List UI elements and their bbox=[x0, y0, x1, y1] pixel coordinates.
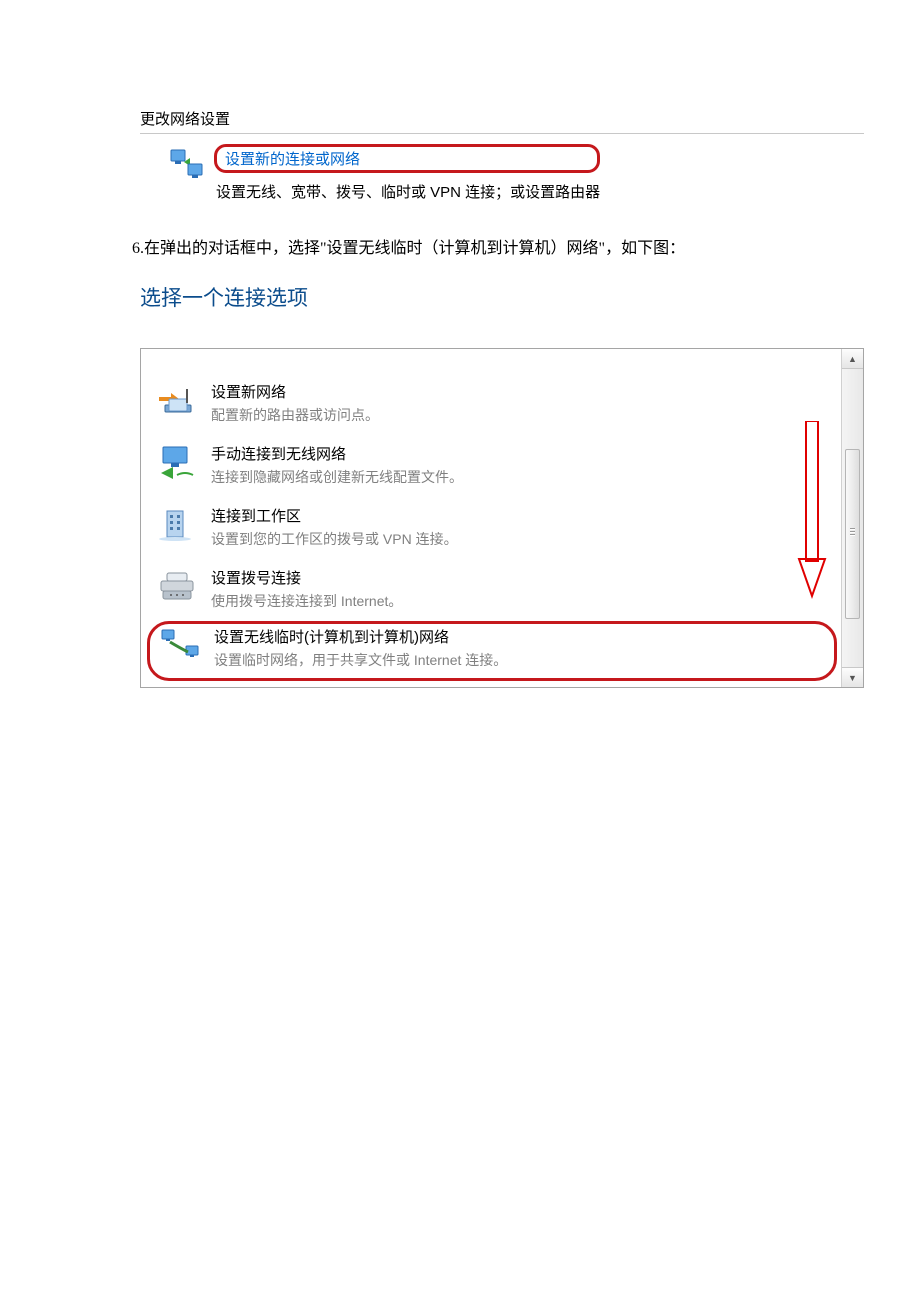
option-desc: 连接到隐藏网络或创建新无线配置文件。 bbox=[211, 467, 463, 487]
change-network-settings-section: 更改网络设置 设置新的连接或网络 设置无线、宽带、拨号、临时或 VPN 连接；或… bbox=[140, 108, 864, 202]
option-adhoc-wireless[interactable]: 设置无线临时(计算机到计算机)网络 设置临时网络，用于共享文件或 Interne… bbox=[147, 621, 837, 681]
router-icon bbox=[157, 383, 197, 419]
section-header: 更改网络设置 bbox=[140, 108, 864, 134]
option-desc: 使用拨号连接连接到 Internet。 bbox=[211, 591, 402, 611]
option-title: 连接到工作区 bbox=[211, 507, 458, 527]
option-title: 设置拨号连接 bbox=[211, 569, 402, 589]
option-text: 设置无线临时(计算机到计算机)网络 设置临时网络，用于共享文件或 Interne… bbox=[214, 628, 507, 670]
scrollbar[interactable]: ▲ ▼ bbox=[841, 349, 863, 687]
option-desc: 配置新的路由器或访问点。 bbox=[211, 405, 379, 425]
option-setup-new-network[interactable]: 设置新网络 配置新的路由器或访问点。 bbox=[141, 373, 837, 435]
option-text: 连接到工作区 设置到您的工作区的拨号或 VPN 连接。 bbox=[211, 507, 458, 549]
connection-options-listbox: 设置新网络 配置新的路由器或访问点。 手动连接到无线网络 连接到隐藏网络或创建新… bbox=[140, 348, 864, 688]
setup-new-connection-link[interactable]: 设置新的连接或网络 bbox=[214, 144, 600, 173]
option-title: 设置新网络 bbox=[211, 383, 379, 403]
option-dialup[interactable]: 设置拨号连接 使用拨号连接连接到 Internet。 bbox=[141, 559, 837, 621]
option-title: 手动连接到无线网络 bbox=[211, 445, 463, 465]
option-connect-workplace[interactable]: 连接到工作区 设置到您的工作区的拨号或 VPN 连接。 bbox=[141, 497, 837, 559]
scroll-thumb[interactable] bbox=[845, 449, 860, 619]
wireless-monitor-icon bbox=[157, 445, 197, 481]
phone-modem-icon bbox=[157, 569, 197, 605]
dialog-title: 选择一个连接选项 bbox=[140, 282, 920, 312]
network-connection-icon bbox=[168, 148, 204, 180]
option-text: 设置拨号连接 使用拨号连接连接到 Internet。 bbox=[211, 569, 402, 611]
option-text: 设置新网络 配置新的路由器或访问点。 bbox=[211, 383, 379, 425]
option-title: 设置无线临时(计算机到计算机)网络 bbox=[214, 628, 507, 648]
adhoc-network-icon bbox=[160, 628, 200, 664]
step-caption: 6.在弹出的对话框中，选择"设置无线临时（计算机到计算机）网络"，如下图： bbox=[132, 234, 920, 258]
setup-new-connection-desc: 设置无线、宽带、拨号、临时或 VPN 连接；或设置路由器 bbox=[216, 181, 600, 202]
setup-new-connection-item[interactable]: 设置新的连接或网络 设置无线、宽带、拨号、临时或 VPN 连接；或设置路由器 bbox=[140, 144, 864, 202]
option-desc: 设置到您的工作区的拨号或 VPN 连接。 bbox=[211, 529, 458, 549]
building-icon bbox=[157, 507, 197, 543]
option-desc: 设置临时网络，用于共享文件或 Internet 连接。 bbox=[214, 650, 507, 670]
scroll-down-button[interactable]: ▼ bbox=[842, 667, 863, 687]
scroll-down-hint-arrow-icon bbox=[797, 421, 827, 601]
option-manual-wireless[interactable]: 手动连接到无线网络 连接到隐藏网络或创建新无线配置文件。 bbox=[141, 435, 837, 497]
scroll-up-button[interactable]: ▲ bbox=[842, 349, 863, 369]
option-text: 手动连接到无线网络 连接到隐藏网络或创建新无线配置文件。 bbox=[211, 445, 463, 487]
setup-new-connection-text: 设置新的连接或网络 设置无线、宽带、拨号、临时或 VPN 连接；或设置路由器 bbox=[214, 144, 600, 202]
